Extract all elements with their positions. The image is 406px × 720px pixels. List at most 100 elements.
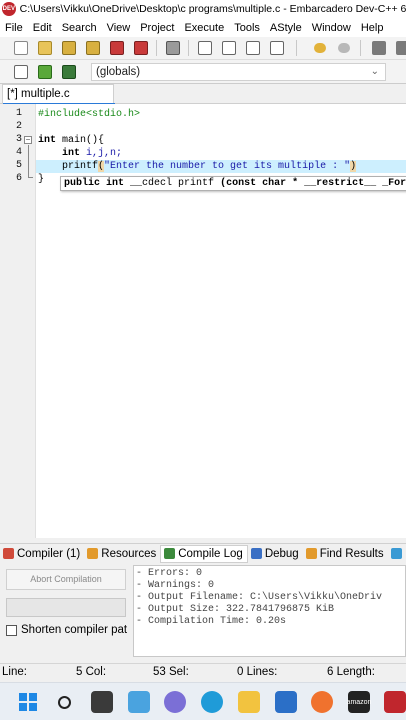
replace-icon[interactable] [222, 41, 236, 55]
status-lines: 0 Lines: [237, 666, 278, 678]
menu-execute[interactable]: Execute [179, 22, 229, 34]
fold-line-end [28, 177, 33, 178]
code-line-5: printf("Enter the number to get its mult… [62, 160, 357, 173]
menu-help[interactable]: Help [356, 22, 389, 34]
log-line: - Output Filename: C:\Users\Vikku\OneDri… [136, 592, 383, 603]
tab-find-results[interactable]: Find Results [303, 545, 388, 563]
code-editor[interactable]: 1 2 3 4 5 6 − #include<stdio.h> int main… [0, 104, 406, 538]
abort-compilation-button[interactable]: Abort Compilation [6, 569, 126, 590]
indent-left-icon[interactable] [372, 41, 386, 55]
bottom-panel-tabs: Compiler (1) Resources Compile Log Debug… [0, 543, 406, 563]
new-file-icon[interactable] [14, 41, 28, 55]
code-line-1: #include<stdio.h> [38, 109, 141, 120]
tab-debug[interactable]: Debug [248, 545, 303, 563]
status-line: Line: [2, 666, 27, 678]
status-sel: 53 Sel: [153, 666, 189, 678]
tab-multiple-c[interactable]: [*] multiple.c [2, 84, 115, 105]
find-icon[interactable] [198, 41, 212, 55]
fold-line [28, 145, 29, 177]
menu-astyle[interactable]: AStyle [265, 22, 307, 34]
amazon-icon[interactable]: amazon [347, 691, 371, 713]
log-line: - Warnings: 0 [136, 580, 215, 591]
line-number-gutter: 1 2 3 4 5 6 − [0, 104, 36, 538]
line-number: 4 [15, 147, 22, 158]
debug-icon [250, 548, 262, 559]
shorten-paths-label: Shorten compiler pat [21, 624, 128, 636]
tooltip-args: (const char * __restrict__ _For [220, 178, 406, 189]
compile-progress-bar [6, 598, 126, 617]
indent-right-icon[interactable] [396, 41, 406, 55]
undo-icon[interactable] [314, 43, 326, 53]
goto-line-icon[interactable] [270, 41, 284, 55]
string-literal: "Enter the number to get its multiple : … [104, 161, 351, 172]
redo-icon[interactable] [338, 43, 350, 53]
save-all-icon[interactable] [86, 41, 100, 55]
teams-chat-icon[interactable] [164, 691, 186, 713]
menu-view[interactable]: View [102, 22, 136, 34]
window-title: C:\Users\Vikku\OneDrive\Desktop\c progra… [19, 3, 406, 15]
close-file-icon[interactable] [110, 41, 124, 55]
function-signature-tooltip: public int __cdecl printf (const char * … [60, 176, 406, 191]
line-number: 2 [15, 121, 22, 132]
snap-layout-icon[interactable] [128, 691, 150, 713]
devcpp-app-icon: DEV [2, 2, 16, 16]
menu-edit[interactable]: Edit [28, 22, 57, 34]
find-results-icon [305, 548, 317, 559]
goto-definition-icon[interactable] [62, 65, 76, 79]
code-line-4: int i,j,n; [62, 147, 122, 160]
tab-compiler[interactable]: Compiler (1) [0, 545, 84, 563]
tab-debug-label: Debug [264, 547, 299, 560]
goto-declaration-icon[interactable] [38, 65, 52, 79]
menu-search[interactable]: Search [57, 22, 102, 34]
tooltip-keyword: int [106, 178, 125, 189]
print-icon[interactable] [166, 41, 180, 55]
code-line-6: } [38, 174, 45, 185]
chevron-down-icon: ⌄ [370, 66, 379, 77]
shorten-paths-checkbox[interactable]: Shorten compiler pat [6, 624, 127, 636]
save-icon[interactable] [62, 41, 76, 55]
firefox-icon[interactable] [311, 691, 333, 713]
line-number: 3 [15, 134, 22, 145]
edge-icon[interactable] [201, 691, 223, 713]
compiler-icon [3, 548, 14, 559]
main-toolbar [0, 37, 406, 60]
calendar-icon[interactable] [384, 691, 406, 713]
tab-resources[interactable]: Resources [84, 545, 160, 563]
editor-tab-bar: [*] multiple.c [0, 84, 406, 105]
search-icon[interactable] [53, 691, 75, 713]
task-view-icon[interactable] [91, 691, 113, 713]
close-panel-icon [390, 548, 402, 559]
scope-select[interactable]: (globals) ⌄ [91, 63, 386, 81]
class-browser-icon[interactable] [14, 65, 28, 79]
tooltip-keyword: public [64, 178, 101, 189]
windows-taskbar: amazon [0, 682, 406, 720]
menu-window[interactable]: Window [307, 22, 356, 34]
compile-log-output[interactable]: - Errors: 0 - Warnings: 0 - Output Filen… [133, 565, 406, 657]
windows-start-icon[interactable] [17, 691, 39, 713]
scope-select-value: (globals) [96, 66, 141, 78]
tooltip-signature: __cdecl printf [124, 178, 221, 189]
file-explorer-icon[interactable] [238, 691, 260, 713]
secondary-toolbar: (globals) ⌄ [0, 60, 406, 84]
matched-paren: ) [350, 161, 357, 172]
tab-label: [*] multiple.c [7, 88, 70, 100]
menu-file[interactable]: File [0, 22, 28, 34]
mail-icon[interactable] [275, 691, 297, 713]
find-next-icon[interactable] [246, 41, 260, 55]
menu-tools[interactable]: Tools [229, 22, 265, 34]
tab-compiler-label: Compiler (1) [17, 547, 81, 560]
status-length: 6 Length: [327, 666, 375, 678]
tab-compile-log[interactable]: Compile Log [160, 544, 248, 563]
tab-close[interactable] [388, 545, 406, 563]
code-line-3: int main(){ [38, 134, 104, 147]
fold-collapse-icon[interactable]: − [24, 136, 32, 144]
title-bar: DEV C:\Users\Vikku\OneDrive\Desktop\c pr… [0, 0, 406, 18]
keyword: int [38, 135, 57, 146]
log-line: - Errors: 0 [136, 568, 203, 579]
menu-project[interactable]: Project [135, 22, 179, 34]
close-all-icon[interactable] [134, 41, 148, 55]
compile-log-icon [164, 548, 176, 559]
resources-icon [87, 548, 99, 559]
open-file-icon[interactable] [38, 41, 52, 55]
checkbox-box[interactable] [6, 624, 17, 636]
